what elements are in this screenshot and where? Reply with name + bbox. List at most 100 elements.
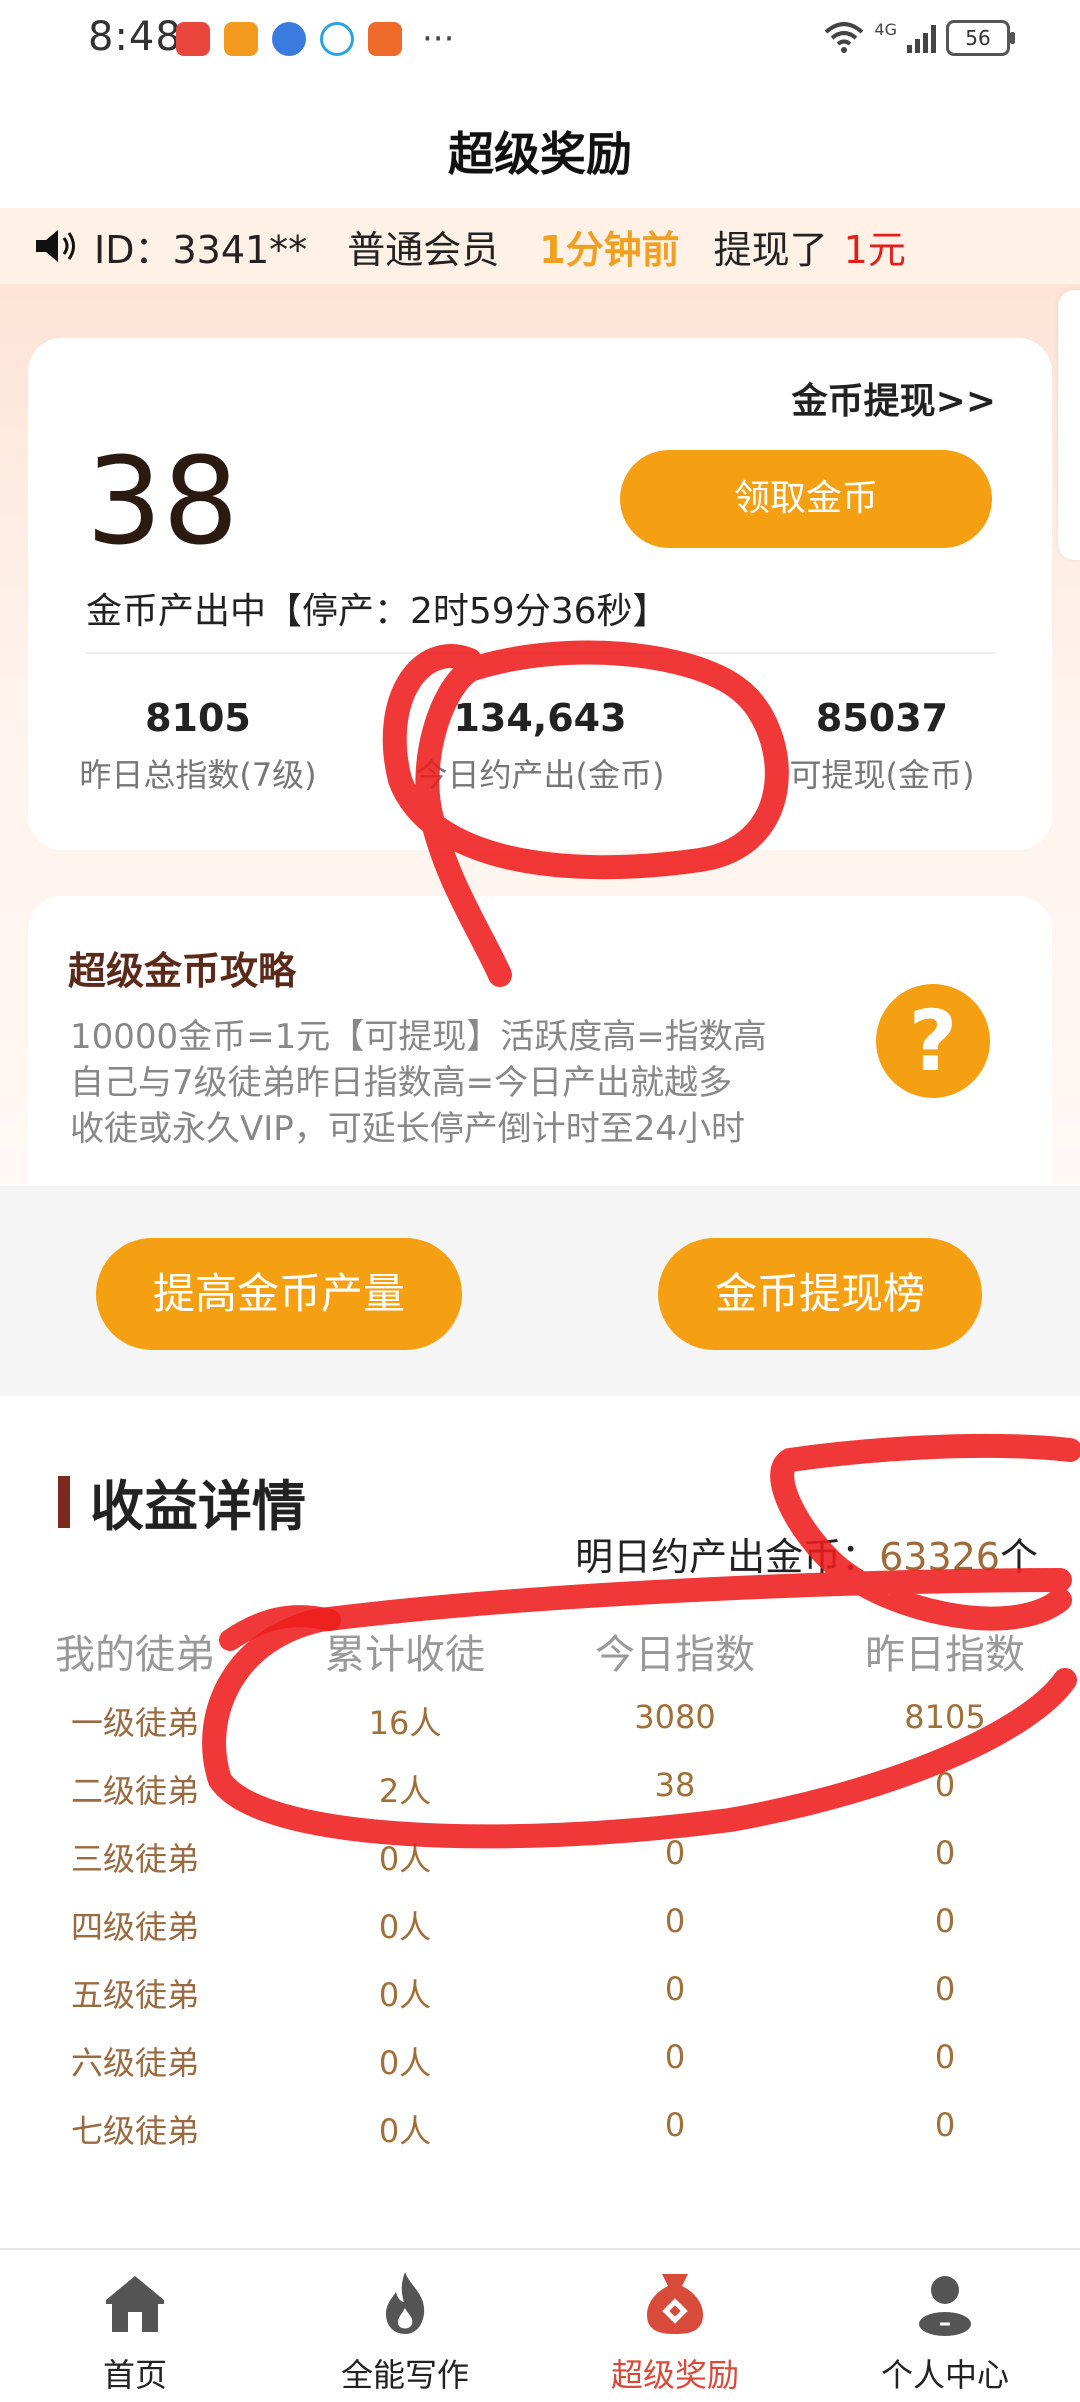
earnings-title-text: 收益详情 [90,1475,306,1538]
table-row: 一级徒弟 16人 3080 8105 [0,1698,1080,1766]
page-title: 超级奖励 [448,127,632,181]
status-right: 4G 56 [824,20,1015,56]
table-cell: 0人 [378,2044,432,2082]
table-cell: 0人 [378,1976,432,2014]
app-icon-orange-play [224,22,258,56]
app-icon-orange-grid [368,22,402,56]
table-cell: 0 [664,2038,686,2076]
column-header: 我的徒弟 [55,1632,215,1678]
table-cell: 0 [934,1766,956,1804]
more-notifications-icon: ··· [422,19,455,59]
tomorrow-unit: 个 [999,1535,1038,1579]
table-cell: 0 [664,1834,686,1872]
table-cell: 0 [934,2106,956,2144]
battery-level: 56 [965,26,991,50]
row-level-label: 六级徒弟 [70,2044,199,2082]
title-bar: 超级奖励 [0,80,1080,208]
nav-label: 首页 [102,2356,167,2394]
table-cell: 0 [934,1834,956,1872]
coin-card: 金币提现>> 38 领取金币 金币产出中【停产：2时59分36秒】 8105 昨… [28,338,1052,850]
withdraw-leaderboard-button[interactable]: 金币提现榜 [658,1238,982,1350]
wifi-icon [825,22,864,53]
app-icon-red [176,22,210,56]
table-cell: 0人 [378,1908,432,1946]
table-cell: 0 [934,2038,956,2076]
network-type: 4G [874,20,897,39]
row-level-label: 四级徒弟 [70,1908,199,1946]
table-cell: 2人 [378,1772,432,1810]
table-cell: 0 [934,1902,956,1940]
tomorrow-output: 明日约产出金币：63326个 [575,1526,1038,1581]
table-cell: 0人 [378,1840,432,1878]
ticker-time-ago: 1分钟前 [539,227,680,272]
table-cell: 0 [664,2106,686,2144]
nav-label: 超级奖励 [610,2356,739,2394]
column-header: 累计收徒 [325,1632,485,1678]
signal-icon [907,23,936,53]
column-header: 昨日指数 [865,1632,1025,1678]
strategy-title: 超级金币攻略 [68,949,297,993]
status-app-icons: ··· [176,22,454,56]
production-countdown: 金币产出中【停产：2时59分36秒】 [86,591,669,632]
table-row: 六级徒弟 0人 0 0 [0,2038,1080,2106]
row-level-label: 五级徒弟 [70,1976,199,2014]
stat-today-output: 134,643 今日约产出(金币) [370,696,710,796]
app-icon-blue-globe [272,22,306,56]
table-row: 四级徒弟 0人 0 0 [0,1902,1080,1970]
row-level-label: 三级徒弟 [70,1840,199,1878]
stat-label: 昨日总指数(7级) [79,756,317,794]
claim-coins-button[interactable]: 领取金币 [620,450,992,548]
tomorrow-label: 明日约产出金币： [575,1535,880,1579]
table-row: 七级徒弟 0人 0 0 [0,2106,1080,2174]
coin-balance: 38 [86,433,239,572]
strategy-line: 收徒或永久VIP，可延长停产倒计时至24小时 [70,1109,746,1149]
table-row: 三级徒弟 0人 0 0 [0,1834,1080,1902]
action-buttons: 提高金币产量 金币提现榜 [0,1186,1080,1396]
table-cell: 8105 [904,1698,986,1736]
bottom-nav: 首页 全能写作 超级奖励 个人中心 [0,2248,1080,2402]
nav-super-reward[interactable]: 超级奖励 [540,2250,810,2402]
stat-value: 85037 [815,696,949,740]
title-accent-bar [58,1475,70,1528]
earnings-title: 收益详情 [58,1462,306,1541]
app-icon-chat [320,22,354,56]
row-level-label: 七级徒弟 [70,2112,199,2150]
stat-withdrawable: 85037 可提现(金币) [712,696,1052,796]
tomorrow-value: 63326 [879,1535,1000,1579]
increase-production-button[interactable]: 提高金币产量 [96,1238,462,1350]
status-bar: 8:48 ··· 4G 56 [0,0,1080,80]
nav-profile[interactable]: 个人中心 [810,2250,1080,2402]
table-row: 二级徒弟 2人 38 0 [0,1766,1080,1834]
stat-yesterday-index: 8105 昨日总指数(7级) [28,696,368,796]
stat-label: 可提现(金币) [789,756,975,794]
stat-value: 8105 [145,696,251,740]
battery-icon: 56 [946,20,1015,56]
nav-home[interactable]: 首页 [0,2250,270,2402]
withdraw-ticker: ID：3341** 普通会员 1分钟前 提现了 1元 [0,208,1080,284]
nav-label: 个人中心 [880,2356,1009,2394]
help-icon[interactable]: ? [876,984,990,1098]
strategy-text: 10000金币=1元【可提现】活跃度高=指数高 自己与7级徒弟昨日指数高=今日产… [70,1014,767,1152]
ticker-member-level: 普通会员 [347,227,500,272]
row-level-label: 二级徒弟 [70,1772,199,1810]
table-cell: 38 [654,1766,696,1804]
divider [86,652,996,654]
table-cell: 3080 [634,1698,716,1736]
ticker-amount: 1元 [843,227,906,272]
table-cell: 0人 [378,2112,432,2150]
coin-withdraw-link[interactable]: 金币提现>> [792,372,996,424]
speaker-icon [36,230,75,262]
person-icon [919,2276,971,2336]
strategy-line: 10000金币=1元【可提现】活跃度高=指数高 [70,1017,767,1057]
status-time: 8:48 [88,14,182,60]
ticker-user-id: ID：3341** [94,227,308,272]
nav-writing[interactable]: 全能写作 [270,2250,540,2402]
earnings-table-header: 我的徒弟 累计收徒 今日指数 昨日指数 [0,1622,1080,1686]
side-tab[interactable] [1058,290,1080,560]
earnings-table: 一级徒弟 16人 3080 8105 二级徒弟 2人 38 0 三级徒弟 0人 0 0 四级徒弟 0人 0 0… [0,1698,1080,2174]
stat-value: 134,643 [453,696,627,740]
table-cell: 0 [664,1970,686,2008]
money-bag-icon [646,2274,704,2334]
table-cell: 0 [664,1902,686,1940]
strategy-line: 自己与7级徒弟昨日指数高=今日产出就越多 [70,1063,733,1103]
